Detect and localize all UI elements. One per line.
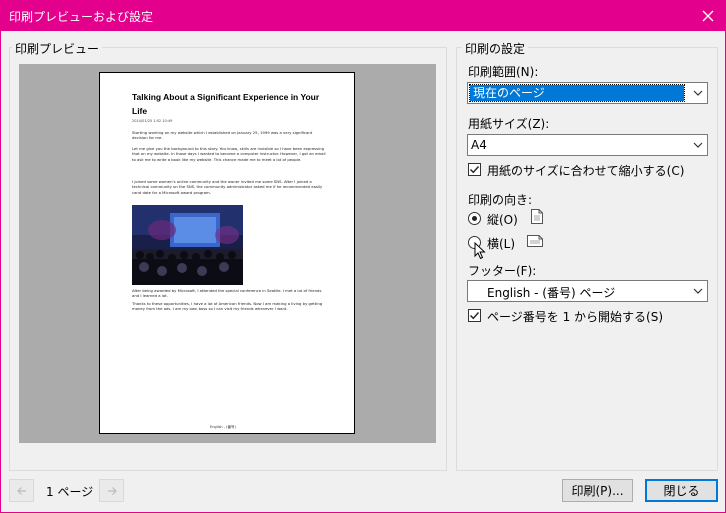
print-range-select[interactable]: 現在のページ — [467, 82, 708, 104]
page-paragraph: I joined some women's online community a… — [132, 179, 323, 195]
settings-group-title: 印刷の設定 — [462, 40, 529, 57]
title-bar: 印刷プレビューおよび設定 — [1, 1, 725, 31]
page-paragraph: Starting working on my website which I e… — [132, 130, 313, 141]
orientation-label: 印刷の向き: — [468, 193, 533, 207]
footer-value: English - (番号) ページ — [487, 286, 616, 300]
start-page-one-label[interactable]: ページ番号を 1 から開始する(S) — [487, 308, 663, 325]
paper-size-select[interactable]: A4 — [467, 134, 708, 156]
print-range-label: 印刷範囲(N): — [468, 65, 539, 79]
portrait-label[interactable]: 縦(O) — [487, 211, 518, 228]
paper-size-label: 用紙サイズ(Z): — [468, 117, 550, 131]
page-paragraph: Let me give you the background to this s… — [132, 146, 326, 162]
shrink-to-fit-label[interactable]: 用紙のサイズに合わせて縮小する(C) — [487, 162, 684, 179]
page-footer: English - (番号) — [210, 425, 236, 429]
next-page-button[interactable] — [99, 479, 124, 502]
preview-group-title: 印刷プレビュー — [12, 40, 103, 57]
page-meta: 2014/01/25 1:02 10:49 — [132, 119, 173, 123]
print-preview-dialog: 印刷プレビューおよび設定 印刷プレビュー Talking About a Sig… — [0, 0, 726, 513]
window-title: 印刷プレビューおよび設定 — [9, 10, 154, 24]
portrait-radio[interactable] — [468, 212, 481, 225]
preview-canvas: Talking About a Significant Experience i… — [19, 64, 436, 443]
chevron-down-icon — [688, 135, 707, 155]
close-icon[interactable] — [691, 1, 725, 31]
shrink-to-fit-checkbox[interactable] — [468, 163, 481, 176]
print-button[interactable]: 印刷(P)... — [562, 479, 633, 502]
footer-label: フッター(F): — [468, 264, 537, 278]
page-indicator: 1 ページ — [46, 485, 94, 499]
paper-size-value: A4 — [471, 138, 487, 152]
landscape-label[interactable]: 横(L) — [487, 235, 515, 252]
settings-group — [456, 47, 718, 471]
mouse-cursor-icon — [474, 241, 486, 263]
chevron-down-icon — [688, 281, 707, 301]
close-button[interactable]: 閉じる — [645, 479, 718, 502]
landscape-page-icon — [527, 235, 543, 250]
page-photo — [132, 205, 243, 285]
chevron-down-icon — [688, 83, 707, 103]
preview-page: Talking About a Significant Experience i… — [99, 72, 355, 434]
page-paragraph: After being awarded by Microsoft, I atte… — [132, 288, 322, 299]
page-paragraph: Thanks to these opportunities, I have a … — [132, 301, 323, 312]
print-range-value: 現在のページ — [469, 84, 685, 102]
footer-select[interactable]: English - (番号) ページ — [467, 280, 708, 302]
page-heading: Talking About a Significant Experience i… — [132, 92, 320, 116]
start-page-one-checkbox[interactable] — [468, 309, 481, 322]
portrait-page-icon — [531, 209, 543, 227]
previous-page-button[interactable] — [9, 479, 34, 502]
